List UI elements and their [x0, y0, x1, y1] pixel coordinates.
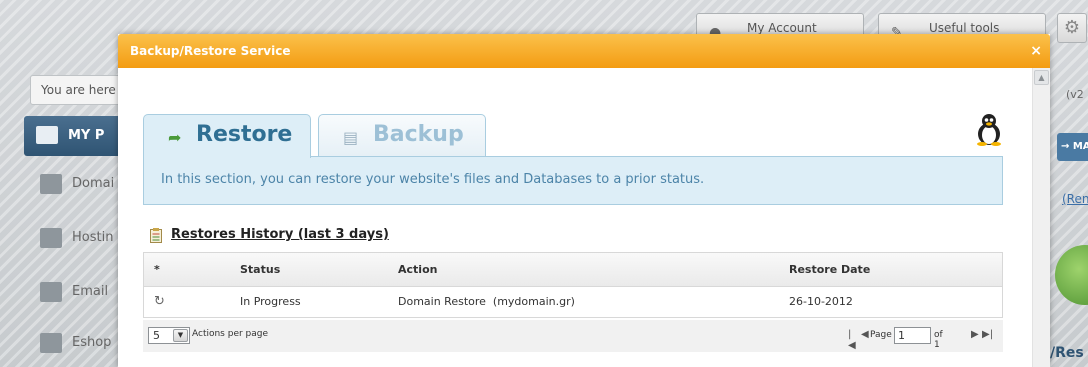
page-number-input[interactable]: 1	[894, 327, 931, 344]
layers-icon	[40, 228, 62, 248]
table-row: ↻ In Progress Domain Restore (mydomain.g…	[144, 287, 1002, 317]
column-header: Action	[398, 263, 438, 276]
row-action: Domain Restore (mydomain.gr)	[398, 295, 575, 308]
modal-header: Backup/Restore Service ×	[118, 34, 1050, 68]
folder-icon	[36, 126, 58, 144]
arrow-forward-icon: ➦	[168, 128, 182, 147]
info-message: In this section, you can restore your we…	[143, 156, 1003, 205]
restores-history-table: * Status Action Restore Date ↻ In Progre…	[143, 252, 1003, 318]
per-page-label: Actions per page	[192, 329, 269, 339]
next-page-icon[interactable]: ▶	[971, 329, 979, 340]
first-page-icon[interactable]: |◀	[848, 329, 856, 351]
gear-icon[interactable]: ⚙	[1057, 13, 1087, 43]
clipboard-icon	[150, 228, 162, 243]
right-action-button[interactable]: → MA	[1057, 133, 1088, 161]
cart-icon	[40, 333, 62, 353]
linux-tux-icon	[977, 114, 1001, 146]
envelope-icon	[40, 282, 62, 302]
table-header: * Status Action Restore Date	[144, 253, 1002, 287]
tab-restore[interactable]: ➦ Restore	[143, 114, 311, 158]
scroll-up-icon[interactable]: ▲	[1034, 70, 1049, 85]
last-page-icon[interactable]: ▶|	[982, 329, 993, 340]
www-icon	[40, 174, 62, 194]
backup-restore-modal: Backup/Restore Service × ▲ ➦ Restore ▤ B…	[118, 34, 1050, 367]
tab-backup[interactable]: ▤ Backup	[318, 114, 486, 156]
close-icon[interactable]: ×	[1030, 34, 1042, 68]
breadcrumb: You are here	[30, 75, 130, 105]
refresh-icon[interactable]: ↻	[154, 287, 165, 317]
prev-page-icon[interactable]: ◀	[861, 329, 869, 340]
column-header: Restore Date	[789, 263, 871, 276]
right-renew-link[interactable]: (Ren	[1062, 192, 1088, 206]
page-label: Page	[870, 330, 892, 340]
row-status: In Progress	[240, 295, 301, 308]
modal-title: Backup/Restore Service	[130, 44, 291, 58]
version-label: (v2	[1066, 88, 1084, 101]
column-header: Status	[240, 263, 281, 276]
column-header: *	[154, 263, 160, 276]
right-caption: /Res	[1050, 345, 1084, 361]
page-total-label: of 1	[934, 330, 943, 350]
document-icon: ▤	[343, 128, 359, 147]
table-footer: 5 ▼ Actions per page |◀ ◀ Page 1 of 1 ▶ …	[143, 320, 1003, 352]
per-page-select[interactable]: 5 ▼	[148, 327, 190, 344]
row-date: 26-10-2012	[789, 295, 853, 308]
chevron-down-icon: ▼	[173, 329, 188, 342]
modal-scrollbar[interactable]: ▲	[1032, 68, 1050, 367]
